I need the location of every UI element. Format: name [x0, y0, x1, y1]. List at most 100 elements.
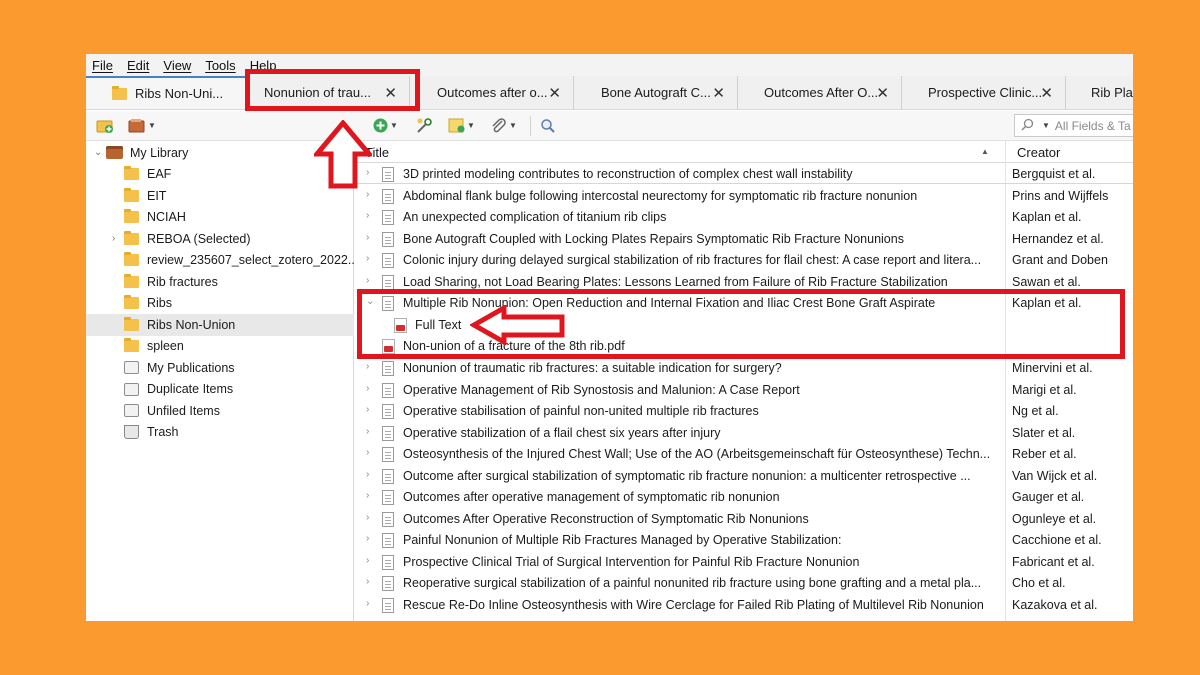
sidebar-item-ribs[interactable]: Ribs: [86, 293, 354, 315]
menu-edit[interactable]: Edit: [127, 58, 149, 73]
add-by-identifier-icon[interactable]: [416, 117, 433, 134]
close-icon[interactable]: ✕: [712, 84, 725, 102]
sidebar-item-spleen[interactable]: spleen: [86, 336, 354, 358]
table-row[interactable]: › Operative stabilisation of painful non-…: [355, 401, 1133, 423]
chevron-right-icon[interactable]: ›: [366, 469, 369, 480]
sidebar-item-label: Rib fractures: [147, 274, 218, 289]
table-row[interactable]: › Operative Management of Rib Synostosis …: [355, 380, 1133, 402]
item-title: Abdominal flank bulge following intercos…: [403, 188, 918, 203]
close-icon[interactable]: ✕: [876, 84, 889, 102]
chevron-down-icon: ▼: [148, 121, 156, 130]
close-icon[interactable]: ✕: [1040, 84, 1053, 102]
sort-ascending-icon[interactable]: ▲: [981, 147, 989, 156]
item-creator: Ng et al.: [1012, 404, 1059, 419]
chevron-right-icon[interactable]: ›: [112, 233, 124, 244]
item-title: Operative stabilisation of painful non-u…: [403, 404, 759, 419]
menu-file[interactable]: File: [92, 58, 113, 73]
chevron-right-icon[interactable]: ›: [366, 555, 369, 566]
chevron-right-icon[interactable]: ›: [366, 189, 369, 200]
advanced-search-icon[interactable]: [540, 117, 556, 134]
chevron-down-icon[interactable]: ⌄: [94, 147, 106, 158]
table-row[interactable]: › Bone Autograft Coupled with Locking Pla…: [355, 229, 1133, 251]
table-row[interactable]: › Outcomes After Operative Reconstruction…: [355, 509, 1133, 531]
table-row[interactable]: › Outcomes after operative management of …: [355, 487, 1133, 509]
arrow-up-icon: [314, 120, 372, 189]
table-row[interactable]: › Prospective Clinical Trial of Surgical …: [355, 552, 1133, 574]
new-note-icon[interactable]: ▼: [448, 117, 475, 134]
new-library-icon[interactable]: ▼: [128, 117, 156, 134]
sidebar-item-ribs-non-union[interactable]: Ribs Non-Union: [86, 314, 354, 336]
chevron-right-icon[interactable]: ›: [366, 447, 369, 458]
table-row[interactable]: › Colonic injury during delayed surgical …: [355, 250, 1133, 272]
sidebar-item-my-publications[interactable]: My Publications: [86, 357, 354, 379]
chevron-right-icon[interactable]: ›: [366, 232, 369, 243]
table-row[interactable]: › Outcome after surgical stabilization of…: [355, 466, 1133, 488]
search-input[interactable]: ▼ All Fields & Ta: [1014, 114, 1133, 137]
chevron-down-icon: ▼: [390, 121, 398, 130]
document-icon: [382, 210, 394, 226]
sidebar-item-review[interactable]: review_235607_select_zotero_2022...: [86, 250, 354, 272]
column-creator[interactable]: Creator: [1017, 145, 1060, 160]
document-icon: [382, 167, 394, 182]
item-title: Osteosynthesis of the Injured Chest Wall…: [403, 447, 991, 462]
table-row[interactable]: › An unexpected complication of titanium …: [355, 207, 1133, 229]
table-row[interactable]: › Nonunion of traumatic rib fractures: a …: [355, 358, 1133, 380]
menu-view[interactable]: View: [163, 58, 191, 73]
tab-rib-plat[interactable]: Rib Plat: [1066, 76, 1133, 109]
table-row[interactable]: › Operative stabilization of a flail ches…: [355, 423, 1133, 445]
item-creator: Hernandez et al.: [1012, 231, 1104, 246]
document-icon: [382, 447, 394, 463]
tab-outcomes-after-O[interactable]: Outcomes After O... ✕: [738, 76, 902, 109]
sidebar-item-trash[interactable]: Trash: [86, 422, 354, 444]
close-icon[interactable]: ✕: [548, 84, 561, 102]
chevron-right-icon[interactable]: ›: [366, 210, 369, 221]
sidebar-item-reboa[interactable]: › REBOA (Selected): [86, 228, 354, 250]
table-row[interactable]: › Painful Nonunion of Multiple Rib Fractu…: [355, 530, 1133, 552]
tab-prospective-clinic[interactable]: Prospective Clinic... ✕: [902, 76, 1066, 109]
column-header: Title ▲ Creator: [355, 141, 1133, 163]
chevron-right-icon[interactable]: ›: [366, 383, 369, 394]
chevron-right-icon[interactable]: ›: [366, 512, 369, 523]
sidebar-item-label: Ribs: [147, 296, 173, 311]
chevron-down-icon: ▼: [509, 121, 517, 130]
chevron-right-icon[interactable]: ›: [366, 533, 369, 544]
item-title: 3D printed modeling contributes to recon…: [403, 167, 853, 181]
chevron-right-icon[interactable]: ›: [366, 598, 369, 609]
item-title: Bone Autograft Coupled with Locking Plat…: [403, 231, 904, 246]
tab-bone-autograft[interactable]: Bone Autograft C... ✕: [574, 76, 738, 109]
trash-icon: [124, 425, 139, 440]
folder-icon: [124, 187, 139, 202]
item-title: Painful Nonunion of Multiple Rib Fractur…: [403, 533, 842, 548]
table-row[interactable]: › Reoperative surgical stabilization of a…: [355, 573, 1133, 595]
new-item-icon[interactable]: ▼: [373, 117, 398, 134]
sidebar-item-label: NCIAH: [147, 210, 186, 225]
item-creator: Bergquist et al.: [1012, 167, 1096, 181]
sidebar-item-nciah[interactable]: NCIAH: [86, 207, 354, 229]
new-collection-icon[interactable]: [96, 117, 114, 134]
chevron-down-icon[interactable]: ▼: [1042, 121, 1050, 130]
chevron-right-icon[interactable]: ›: [366, 361, 369, 372]
menu-tools[interactable]: Tools: [205, 58, 235, 73]
folder-icon: [124, 316, 139, 331]
sidebar-item-label: Ribs Non-Union: [147, 317, 236, 332]
sidebar-item-rib-fractures[interactable]: Rib fractures: [86, 271, 354, 293]
chevron-right-icon[interactable]: ›: [366, 426, 369, 437]
item-title: Colonic injury during delayed surgical s…: [403, 253, 982, 268]
tab-label: Rib Plat: [1091, 85, 1133, 100]
table-row[interactable]: › Osteosynthesis of the Injured Chest Wal…: [355, 444, 1133, 466]
tab-library[interactable]: Ribs Non-Uni...: [86, 76, 246, 109]
sidebar-item-duplicate-items[interactable]: Duplicate Items: [86, 379, 354, 401]
table-row[interactable]: › Rescue Re-Do Inline Osteosynthesis with…: [355, 595, 1133, 617]
chevron-right-icon[interactable]: ›: [366, 275, 369, 286]
chevron-right-icon[interactable]: ›: [366, 404, 369, 415]
folder-icon: [124, 295, 139, 310]
sidebar-item-label: Duplicate Items: [147, 382, 234, 397]
sidebar-item-unfiled-items[interactable]: Unfiled Items: [86, 400, 354, 422]
chevron-right-icon[interactable]: ›: [366, 253, 369, 264]
tab-outcomes-after-o[interactable]: Outcomes after o... ✕: [410, 76, 574, 109]
paperclip-icon[interactable]: ▼: [491, 117, 517, 134]
chevron-right-icon[interactable]: ›: [366, 576, 369, 587]
item-title: Operative stabilization of a flail chest…: [403, 425, 721, 440]
chevron-right-icon[interactable]: ›: [366, 490, 369, 501]
table-row[interactable]: › Abdominal flank bulge following interco…: [355, 186, 1133, 208]
